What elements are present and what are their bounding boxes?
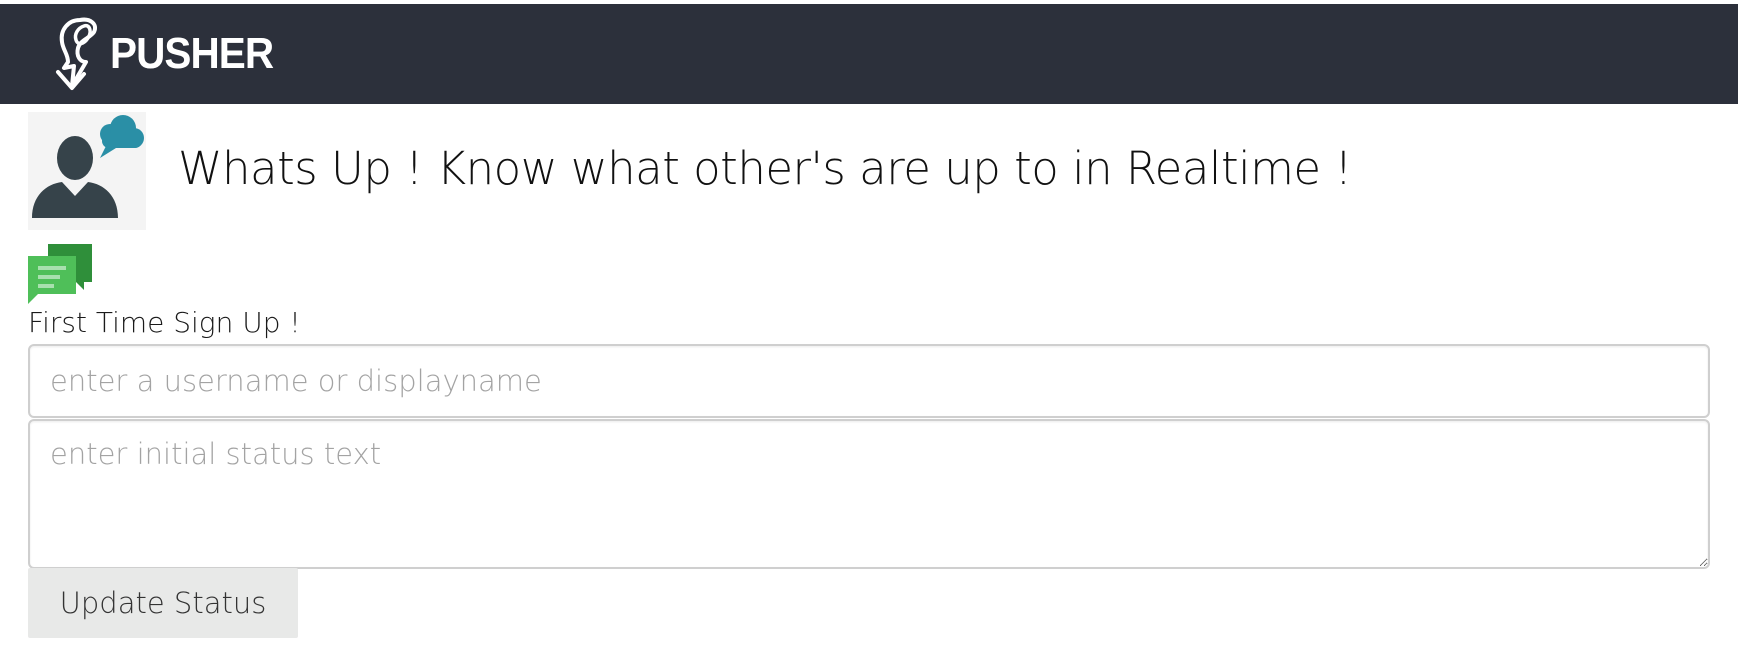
- username-input[interactable]: [28, 344, 1710, 418]
- pusher-logo-icon: [56, 17, 97, 90]
- status-textarea[interactable]: [28, 419, 1710, 569]
- brand[interactable]: PUSHER: [50, 16, 287, 92]
- page-title: Whats Up ! Know what other's are up to i…: [178, 142, 1352, 195]
- chat-bubbles-icon: [28, 244, 94, 304]
- navbar: PUSHER: [0, 4, 1738, 104]
- user-thought-bubble-icon: [28, 112, 146, 230]
- hero: Whats Up ! Know what other's are up to i…: [28, 112, 1628, 232]
- brand-name: PUSHER: [110, 29, 274, 78]
- update-status-button[interactable]: Update Status: [28, 568, 298, 638]
- signup-label: First Time Sign Up !: [28, 306, 301, 339]
